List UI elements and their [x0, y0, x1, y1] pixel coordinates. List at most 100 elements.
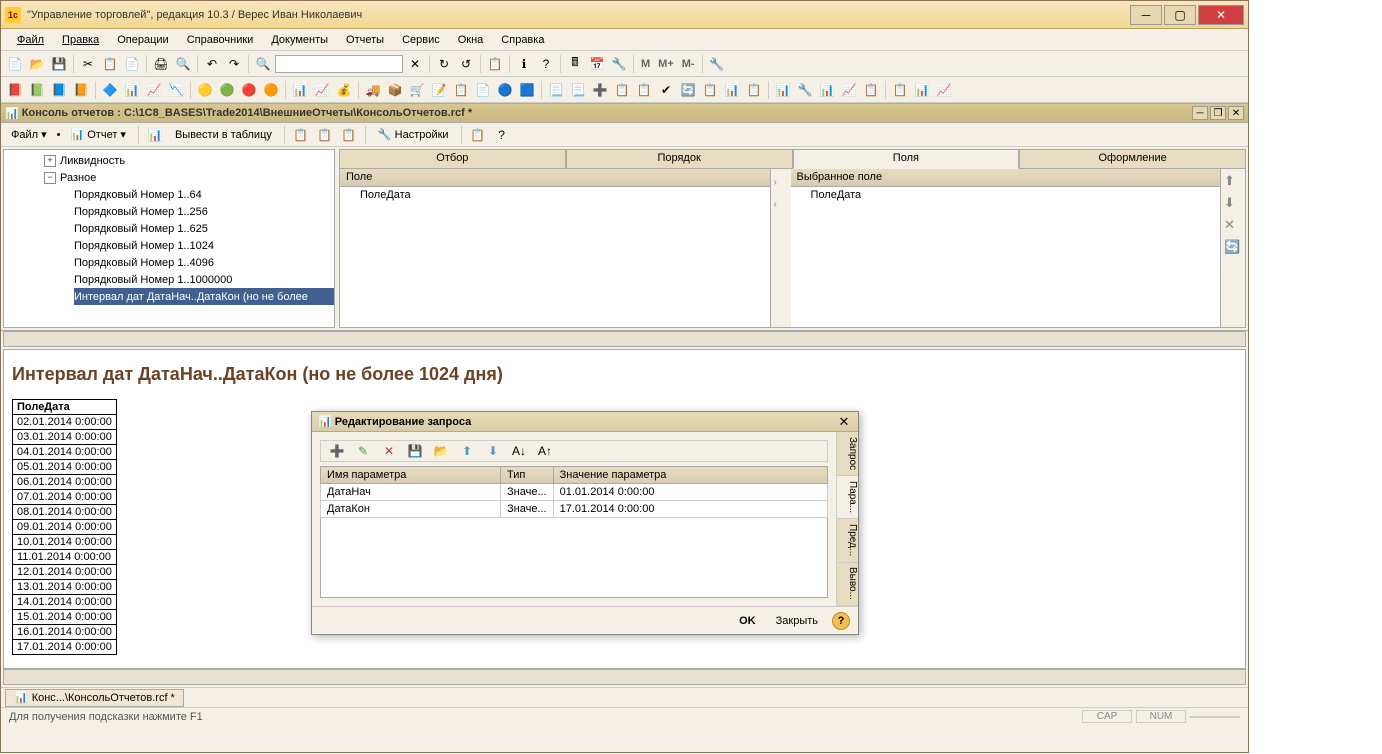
- side-tab-query[interactable]: Запрос: [837, 432, 858, 476]
- sub-action-icon[interactable]: 📋: [339, 125, 359, 145]
- clipboard-icon[interactable]: 📋: [485, 54, 505, 74]
- delete-icon[interactable]: ✕: [379, 441, 399, 461]
- sub-settings-button[interactable]: 🔧 Настройки: [372, 128, 455, 141]
- menu-edit[interactable]: Правка: [54, 32, 107, 48]
- tree-node-likvidnost[interactable]: +Ликвидность: [4, 152, 334, 169]
- menu-documents[interactable]: Документы: [263, 32, 336, 48]
- tb2-icon[interactable]: 📄: [473, 80, 493, 100]
- tree-leaf[interactable]: Порядковый Номер 1..4096: [4, 254, 334, 271]
- menu-reports[interactable]: Отчеты: [338, 32, 392, 48]
- tb2-icon[interactable]: 📊: [912, 80, 932, 100]
- tb2-icon[interactable]: 📕: [5, 80, 25, 100]
- cancel-button[interactable]: Закрыть: [770, 613, 824, 629]
- new-icon[interactable]: 📄: [5, 54, 25, 74]
- refresh2-icon[interactable]: ↺: [456, 54, 476, 74]
- search-icon[interactable]: 🔍: [253, 54, 273, 74]
- tb2-icon[interactable]: 📃: [568, 80, 588, 100]
- tb2-icon[interactable]: 🔴: [239, 80, 259, 100]
- refresh-icon[interactable]: ↻: [434, 54, 454, 74]
- sort-desc-icon[interactable]: A↑: [535, 441, 555, 461]
- add-field-button[interactable]: ›: [774, 177, 788, 191]
- tb2-icon[interactable]: 📙: [71, 80, 91, 100]
- tb2-icon[interactable]: 📈: [839, 80, 859, 100]
- move-up-icon[interactable]: ⬆: [1224, 173, 1242, 191]
- tree-leaf[interactable]: Порядковый Номер 1..256: [4, 203, 334, 220]
- sub-minimize-button[interactable]: ─: [1192, 106, 1208, 120]
- tb2-icon[interactable]: 📦: [385, 80, 405, 100]
- tree-leaf[interactable]: Порядковый Номер 1..625: [4, 220, 334, 237]
- available-fields-list[interactable]: Поле ПолеДата: [340, 169, 771, 327]
- close-button[interactable]: ✕: [1198, 5, 1244, 25]
- param-col-type[interactable]: Тип: [501, 467, 554, 484]
- table-cell[interactable]: 12.01.2014 0:00:00: [13, 565, 117, 580]
- table-cell[interactable]: 11.01.2014 0:00:00: [13, 550, 117, 565]
- selected-item[interactable]: ПолеДата: [791, 187, 1221, 203]
- tb2-icon[interactable]: 🚚: [363, 80, 383, 100]
- tb2-icon[interactable]: 📘: [49, 80, 69, 100]
- sub-help-icon[interactable]: ?: [492, 125, 512, 145]
- available-item[interactable]: ПолеДата: [340, 187, 770, 203]
- tb2-icon[interactable]: 📗: [27, 80, 47, 100]
- m-plus-button[interactable]: M+: [655, 58, 677, 70]
- menu-help[interactable]: Справка: [493, 32, 552, 48]
- tb2-icon[interactable]: ✔: [656, 80, 676, 100]
- tb2-icon[interactable]: 🟦: [517, 80, 537, 100]
- param-col-value[interactable]: Значение параметра: [553, 467, 827, 484]
- tb2-icon[interactable]: 📋: [861, 80, 881, 100]
- tree-leaf-selected[interactable]: Интервал дат ДатаНач..ДатаКон (но не бол…: [74, 288, 334, 305]
- table-cell[interactable]: 07.01.2014 0:00:00: [13, 490, 117, 505]
- tree-pane[interactable]: +Ликвидность −Разное Порядковый Номер 1.…: [3, 149, 335, 328]
- tb2-icon[interactable]: 📋: [890, 80, 910, 100]
- tree-leaf[interactable]: Порядковый Номер 1..1000000: [4, 271, 334, 288]
- table-cell[interactable]: 16.01.2014 0:00:00: [13, 625, 117, 640]
- tb2-icon[interactable]: 📃: [546, 80, 566, 100]
- table-cell[interactable]: 02.01.2014 0:00:00: [13, 415, 117, 430]
- table-cell[interactable]: 09.01.2014 0:00:00: [13, 520, 117, 535]
- menu-service[interactable]: Сервис: [394, 32, 448, 48]
- param-value-cell[interactable]: 17.01.2014 0:00:00: [553, 501, 827, 518]
- param-empty-area[interactable]: [320, 518, 828, 598]
- tb2-icon[interactable]: 💰: [334, 80, 354, 100]
- tb2-icon[interactable]: 🔧: [795, 80, 815, 100]
- sub-output-button[interactable]: Вывести в таблицу: [169, 129, 278, 141]
- tree-leaf[interactable]: Порядковый Номер 1..1024: [4, 237, 334, 254]
- tb2-icon[interactable]: 📈: [312, 80, 332, 100]
- edit-icon[interactable]: ✎: [353, 441, 373, 461]
- table-cell[interactable]: 04.01.2014 0:00:00: [13, 445, 117, 460]
- sort-asc-icon[interactable]: A↓: [509, 441, 529, 461]
- dialog-close-button[interactable]: ✕: [836, 414, 852, 430]
- table-cell[interactable]: 15.01.2014 0:00:00: [13, 610, 117, 625]
- tb2-icon[interactable]: 🔷: [100, 80, 120, 100]
- tb2-icon[interactable]: 📋: [700, 80, 720, 100]
- info-icon[interactable]: ℹ: [514, 54, 534, 74]
- collapse-icon[interactable]: −: [44, 172, 56, 184]
- delete-icon[interactable]: ✕: [1224, 217, 1242, 235]
- side-tab-output[interactable]: Выво...: [837, 563, 858, 607]
- add-icon[interactable]: ➕: [327, 441, 347, 461]
- tb2-icon[interactable]: 🟢: [217, 80, 237, 100]
- tb2-icon[interactable]: 📉: [166, 80, 186, 100]
- tb2-icon[interactable]: 🔵: [495, 80, 515, 100]
- m-button[interactable]: M: [638, 58, 653, 70]
- tree-node-raznoe[interactable]: −Разное: [4, 169, 334, 186]
- col-header[interactable]: ПолеДата: [13, 400, 117, 415]
- help-button[interactable]: ?: [832, 612, 850, 630]
- maximize-button[interactable]: ▢: [1164, 5, 1196, 25]
- minimize-button[interactable]: ─: [1130, 5, 1162, 25]
- expand-icon[interactable]: +: [44, 155, 56, 167]
- sub-file-menu[interactable]: Файл ▾: [5, 128, 53, 141]
- help-icon[interactable]: ?: [536, 54, 556, 74]
- side-tab-params[interactable]: Пара...: [837, 476, 858, 520]
- menu-operations[interactable]: Операции: [109, 32, 176, 48]
- remove-field-button[interactable]: ‹: [774, 199, 788, 213]
- tb2-icon[interactable]: 📋: [612, 80, 632, 100]
- open-icon[interactable]: 📂: [27, 54, 47, 74]
- m-minus-button[interactable]: M-: [679, 58, 698, 70]
- print-icon[interactable]: 🖨: [151, 54, 171, 74]
- param-type-cell[interactable]: Значе...: [501, 501, 554, 518]
- redo-icon[interactable]: ↷: [224, 54, 244, 74]
- copy-icon[interactable]: 📋: [100, 54, 120, 74]
- param-type-cell[interactable]: Значе...: [501, 484, 554, 501]
- param-row[interactable]: ДатаКон Значе... 17.01.2014 0:00:00: [321, 501, 828, 518]
- tb2-icon[interactable]: 📊: [817, 80, 837, 100]
